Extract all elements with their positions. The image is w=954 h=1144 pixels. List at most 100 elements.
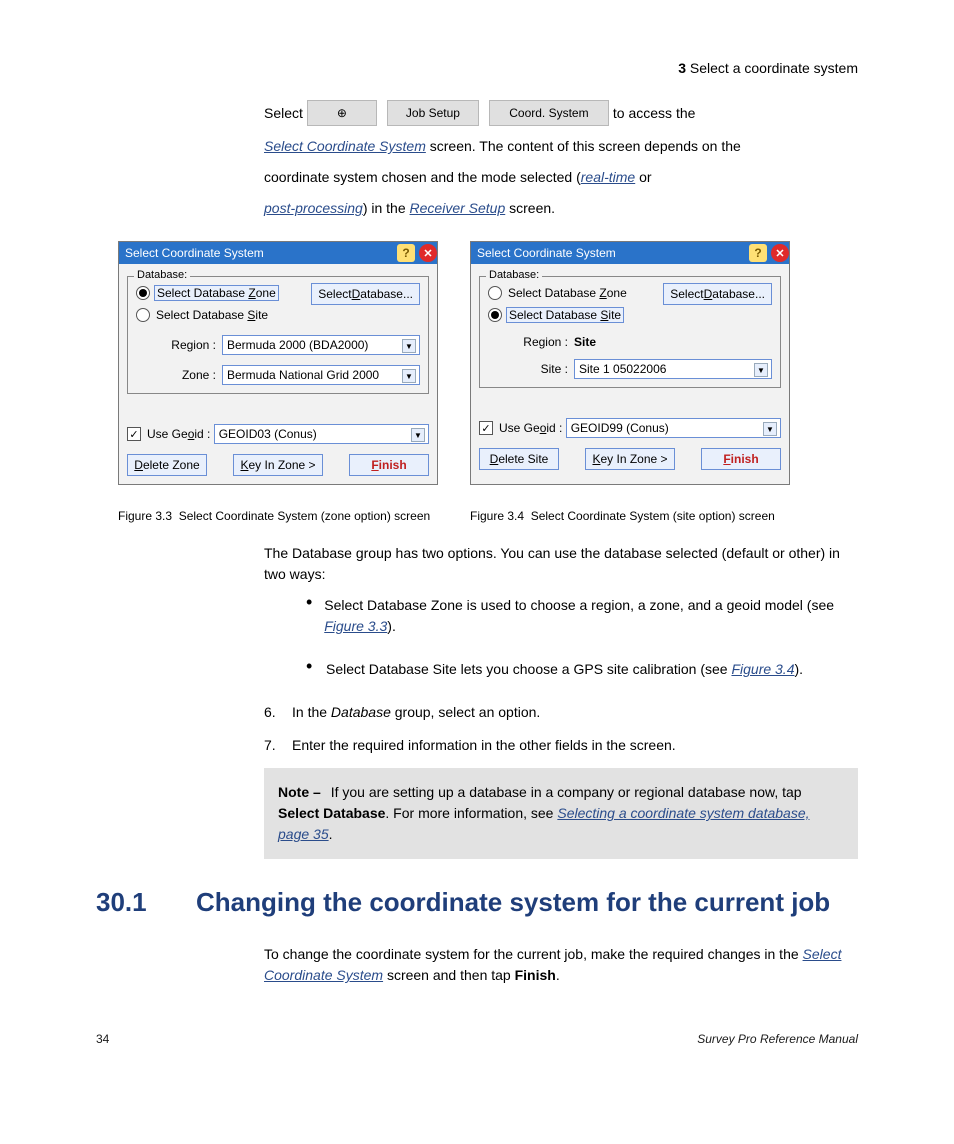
- txt: Enter the required information in the ot…: [292, 735, 676, 756]
- step-6: 6. In the Database group, select an opti…: [264, 702, 858, 723]
- site-select[interactable]: Site 1 05022006 ▼: [574, 359, 772, 379]
- close-icon[interactable]: ✕: [419, 244, 437, 262]
- txt: ) in the: [363, 200, 410, 216]
- zone-value: Bermuda National Grid 2000: [227, 368, 379, 382]
- chevron-down-icon: ▼: [754, 363, 768, 377]
- figure-caption-right: Figure 3.4 Select Coordinate System (sit…: [470, 507, 790, 525]
- use-geoid-label: Use Geoid :: [499, 421, 566, 435]
- key-in-zone-button[interactable]: Key In Zone >: [233, 454, 322, 476]
- link-select-coordinate-system[interactable]: Select Coordinate System: [264, 138, 426, 154]
- site-value: Site 1 05022006: [579, 362, 666, 376]
- section-label: Select a coordinate system: [686, 60, 858, 76]
- subsection-para: To change the coordinate system for the …: [264, 944, 858, 986]
- use-geoid-label: Use Geoid :: [147, 427, 214, 441]
- radio-select-zone[interactable]: Select Database Zone: [136, 283, 279, 303]
- region-select[interactable]: Bermuda 2000 (BDA2000) ▼: [222, 335, 420, 355]
- geoid-select[interactable]: GEOID03 (Conus) ▼: [214, 424, 429, 444]
- key-in-zone-button[interactable]: Key In Zone >: [585, 448, 674, 470]
- menu-item-jobsetup[interactable]: Job Setup: [387, 100, 479, 126]
- dialog-select-coord-site: Select Coordinate System ? ✕ Database: S…: [470, 241, 790, 485]
- region-value: Bermuda 2000 (BDA2000): [227, 338, 368, 352]
- instruction-line: Select Coordinate System screen. The con…: [264, 136, 858, 157]
- link-figure-3-3[interactable]: Figure 3.3: [324, 618, 387, 634]
- radio-label: Select Database Zone: [506, 286, 629, 300]
- txt: screen.: [505, 200, 555, 216]
- database-group: Database: Select Database Zone Select Da…: [127, 276, 429, 394]
- menu-path: ⊕ Job Setup Coord. System: [307, 100, 609, 126]
- note-label: Note –: [278, 784, 325, 800]
- txt: screen and then tap: [383, 967, 515, 983]
- link-post-processing[interactable]: post-processing: [264, 200, 363, 216]
- use-geoid-checkbox[interactable]: ✓: [479, 421, 493, 435]
- label-zone: Zone :: [136, 368, 222, 382]
- select-database-button[interactable]: Select Database...: [663, 283, 772, 305]
- dialog-title: Select Coordinate System: [477, 246, 745, 260]
- delete-site-button[interactable]: Delete Site: [479, 448, 559, 470]
- radio-label: Select Database Site: [154, 308, 270, 322]
- select-database-button[interactable]: Select Database...: [311, 283, 420, 305]
- radio-icon: [488, 308, 502, 322]
- radio-select-site[interactable]: Select Database Site: [136, 305, 279, 325]
- txt: To change the coordinate system for the …: [264, 946, 803, 962]
- geoid-select[interactable]: GEOID99 (Conus) ▼: [566, 418, 781, 438]
- txt: . For more information, see: [385, 805, 557, 821]
- dialog-select-coord-zone: Select Coordinate System ? ✕ Database: S…: [118, 241, 438, 485]
- note-box: Note – If you are setting up a database …: [264, 768, 858, 859]
- step-7: 7. Enter the required information in the…: [264, 735, 858, 756]
- txt: screen. The content of this screen depen…: [426, 138, 741, 154]
- txt: Select: [264, 103, 303, 124]
- txt: Select Database Site lets you choose a G…: [326, 661, 731, 677]
- fig-desc: Select Coordinate System (zone option) s…: [179, 509, 430, 523]
- txt: ).: [387, 618, 396, 634]
- txt: In the: [292, 704, 331, 720]
- chevron-down-icon: ▼: [402, 369, 416, 383]
- chevron-down-icon: ▼: [402, 339, 416, 353]
- label-region: Region :: [488, 335, 574, 349]
- close-icon[interactable]: ✕: [771, 244, 789, 262]
- bullet-icon: •: [306, 659, 326, 680]
- menu-icon-button[interactable]: ⊕: [307, 100, 377, 126]
- titlebar: Select Coordinate System ? ✕: [119, 242, 437, 264]
- fig-num: Figure 3.3: [118, 509, 172, 523]
- ui-term: Database: [331, 704, 391, 720]
- finish-button[interactable]: Finish: [349, 454, 429, 476]
- finish-button[interactable]: Finish: [701, 448, 781, 470]
- txt: or: [635, 169, 651, 185]
- help-icon[interactable]: ?: [749, 244, 767, 262]
- link-receiver-setup[interactable]: Receiver Setup: [410, 200, 506, 216]
- chevron-down-icon: ▼: [763, 422, 777, 436]
- use-geoid-checkbox[interactable]: ✓: [127, 427, 141, 441]
- bullet-item: • Select Database Site lets you choose a…: [306, 659, 858, 680]
- page-number: 34: [96, 1032, 109, 1046]
- radio-select-site[interactable]: Select Database Site: [488, 305, 629, 325]
- radio-select-zone[interactable]: Select Database Zone: [488, 283, 629, 303]
- txt: to access the: [613, 103, 696, 124]
- txt: coordinate system chosen and the mode se…: [264, 169, 581, 185]
- subsection-header: 30.1 Changing the coordinate system for …: [96, 887, 858, 918]
- group-legend: Database:: [486, 269, 542, 281]
- database-group: Database: Select Database Zone Select Da…: [479, 276, 781, 388]
- bullet-intro: The Database group has two options. You …: [264, 543, 858, 585]
- instruction-line: post-processing) in the Receiver Setup s…: [264, 198, 858, 219]
- delete-zone-button[interactable]: Delete Zone: [127, 454, 207, 476]
- instruction-line: coordinate system chosen and the mode se…: [264, 167, 858, 188]
- zone-select[interactable]: Bermuda National Grid 2000 ▼: [222, 365, 420, 385]
- group-legend: Database:: [134, 269, 190, 281]
- dialog-title: Select Coordinate System: [125, 246, 393, 260]
- step-number: 7.: [264, 735, 292, 756]
- fig-desc: Select Coordinate System (site option) s…: [531, 509, 775, 523]
- radio-icon: [136, 308, 150, 322]
- menu-item-coordsystem[interactable]: Coord. System: [489, 100, 609, 126]
- titlebar: Select Coordinate System ? ✕: [471, 242, 789, 264]
- help-icon[interactable]: ?: [397, 244, 415, 262]
- txt: .: [329, 826, 333, 842]
- link-figure-3-4[interactable]: Figure 3.4: [731, 661, 794, 677]
- footer-title: Survey Pro Reference Manual: [697, 1032, 858, 1046]
- radio-label: Select Database Site: [506, 307, 624, 323]
- step-number: 6.: [264, 702, 292, 723]
- radio-icon: [136, 286, 150, 300]
- geoid-value: GEOID03 (Conus): [219, 427, 317, 441]
- bullet-item: • Select Database Zone is used to choose…: [306, 595, 858, 637]
- subsection-number: 30.1: [96, 887, 196, 918]
- link-real-time[interactable]: real-time: [581, 169, 635, 185]
